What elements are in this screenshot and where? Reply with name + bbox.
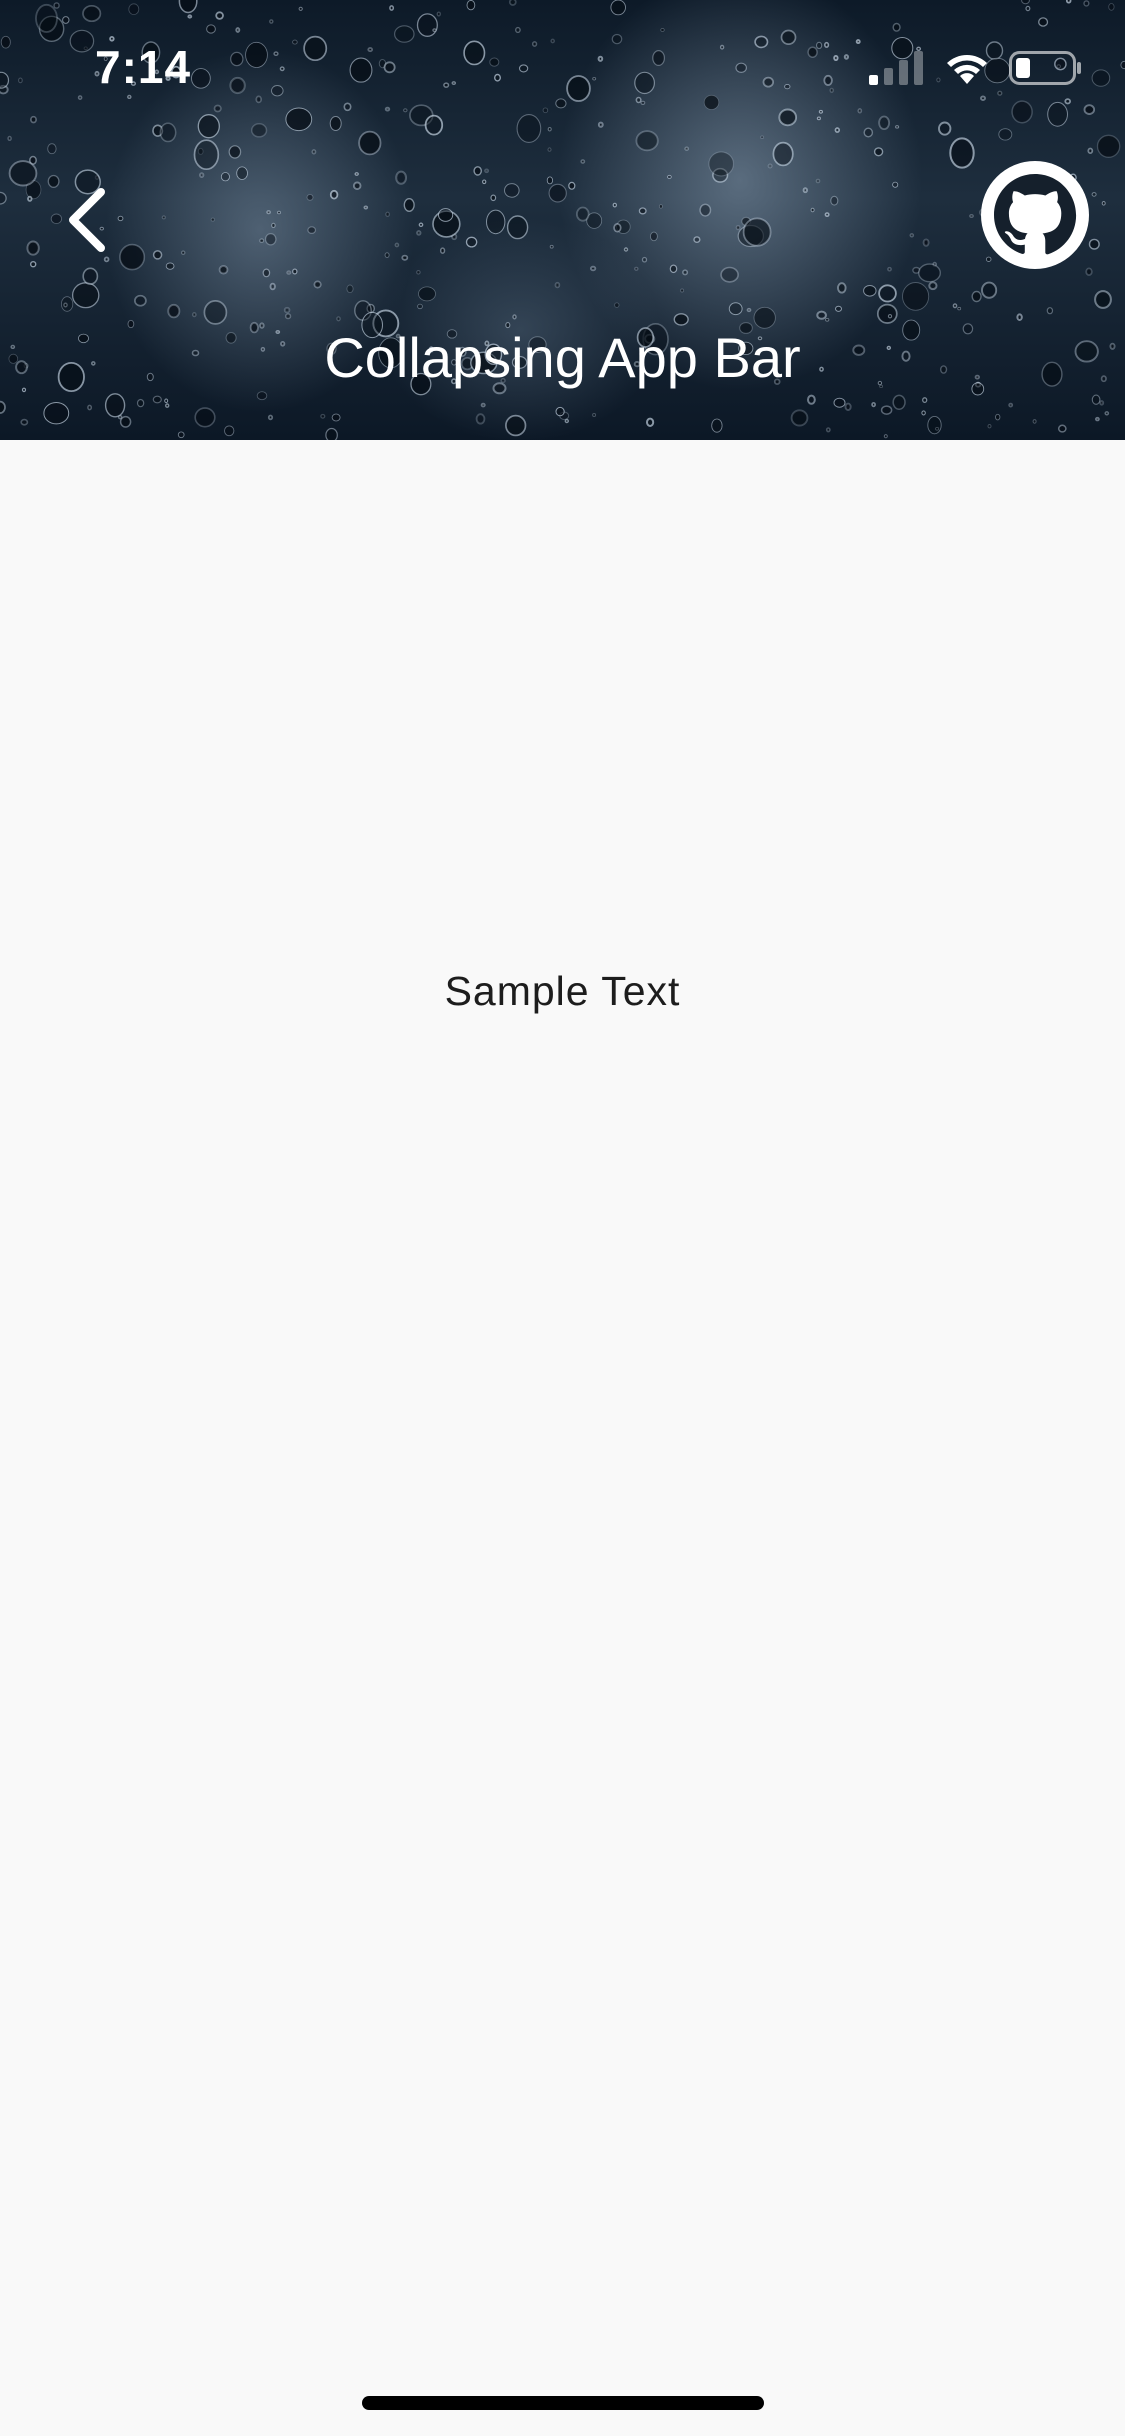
screen: 7:14 Collapsing App Bar Sample Text bbox=[0, 0, 1125, 2436]
status-time: 7:14 bbox=[95, 41, 192, 93]
collapsing-app-bar: 7:14 Collapsing App Bar bbox=[0, 0, 1125, 440]
app-bar-title: Collapsing App Bar bbox=[324, 326, 801, 389]
home-indicator[interactable] bbox=[362, 2396, 764, 2410]
back-button[interactable] bbox=[52, 175, 122, 265]
sample-text: Sample Text bbox=[444, 968, 681, 1014]
chevron-left-icon bbox=[69, 188, 105, 252]
battery-icon bbox=[1009, 51, 1081, 85]
github-icon bbox=[981, 161, 1089, 269]
wifi-icon bbox=[947, 55, 987, 84]
github-button[interactable] bbox=[980, 160, 1090, 270]
cellular-signal-icon bbox=[869, 51, 923, 85]
status-icons bbox=[869, 48, 1083, 88]
content-area bbox=[0, 440, 1125, 2436]
